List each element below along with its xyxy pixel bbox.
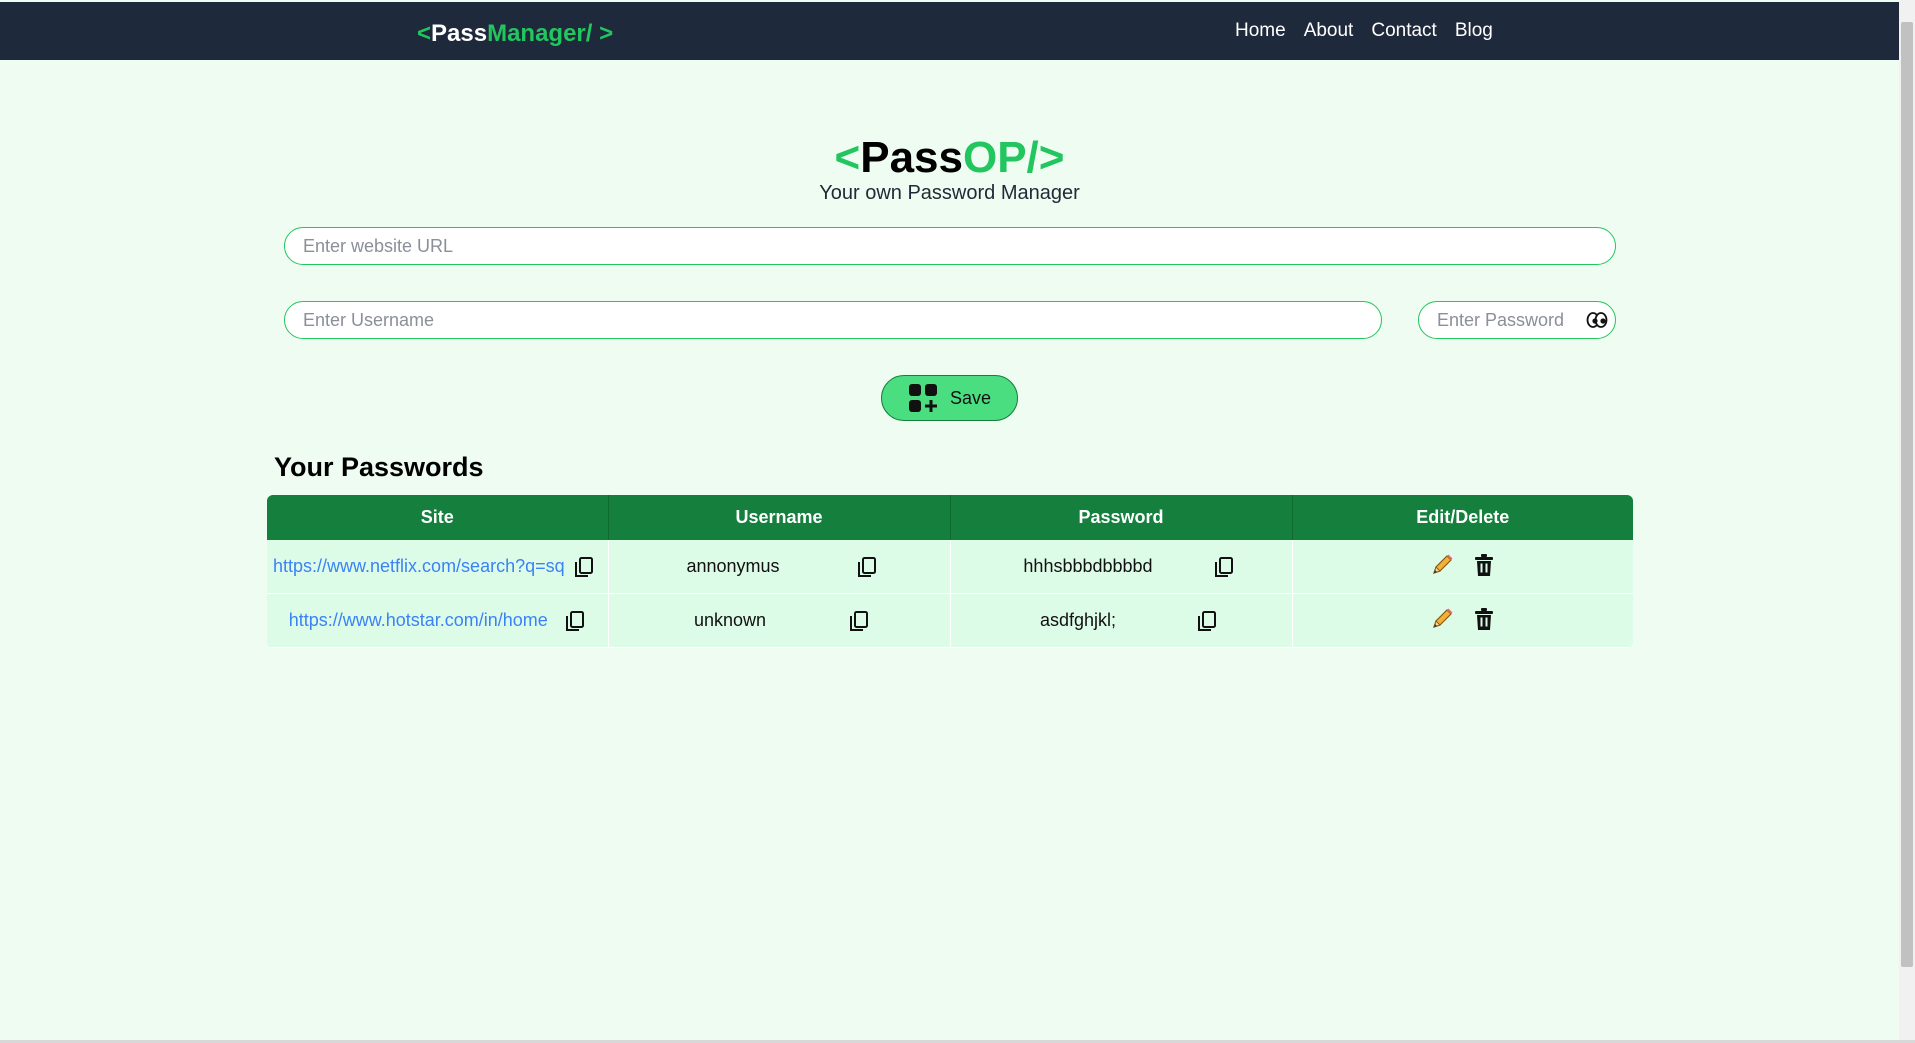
tagline: Your own Password Manager [819,182,1080,204]
copy-icon[interactable] [1196,610,1218,632]
site-cell: https://www.netflix.com/search?q=sq [267,540,609,594]
edit-pencil-icon[interactable] [1429,606,1455,632]
table-row: https://www.netflix.com/search?q=sq anno… [267,540,1633,594]
site-cell: https://www.hotstar.com/in/home [267,593,609,648]
username-value: annonymus [686,556,780,576]
passwords-title: Your Passwords [274,452,484,482]
table-header-row: Site Username Password Edit/Delete [267,495,1633,540]
username-value: unknown [693,610,767,630]
copy-icon[interactable] [1213,556,1235,578]
edit-pencil-icon[interactable] [1429,552,1455,578]
nav-logo[interactable]: <PassManager/ > [417,20,613,48]
copy-icon[interactable] [856,556,878,578]
site-link[interactable]: https://www.netflix.com/search?q=sq [273,556,565,577]
copy-icon[interactable] [573,556,595,578]
actions-cell [1292,540,1633,594]
nav-logo-bracket: < [417,20,432,47]
trash-icon[interactable] [1471,606,1497,632]
nav-link-blog[interactable]: Blog [1455,20,1493,42]
nav-links: Home About Contact Blog [1235,20,1493,42]
vertical-scrollbar[interactable] [1899,0,1915,1043]
password-cell: asdfghjkl; [950,593,1293,648]
brand-pass: Pass [860,133,963,182]
passwords-table: Site Username Password Edit/Delete https… [267,495,1633,648]
scrollbar-thumb[interactable] [1901,22,1913,967]
trash-icon[interactable] [1471,552,1497,578]
save-button-label: Save [949,387,992,408]
column-header-username: Username [608,495,951,540]
username-cell: unknown [608,593,951,648]
brand-rest: OP/> [962,133,1065,182]
nav-logo-pass: Pass [431,20,488,47]
site-link[interactable]: https://www.hotstar.com/in/home [289,610,548,631]
actions-cell [1292,593,1633,648]
password-cell: hhhsbbbdbbbbd [950,540,1293,594]
password-field [1418,301,1616,339]
nav-logo-rest: Manager/ > [487,20,614,47]
copy-icon[interactable] [564,610,586,632]
nav-link-home[interactable]: Home [1235,20,1286,42]
website-url-input[interactable] [284,227,1616,265]
column-header-site: Site [267,495,609,540]
table-row: https://www.hotstar.com/in/home unknown … [267,593,1633,648]
nav-link-about[interactable]: About [1304,20,1354,42]
brand-title: <PassOP/> [0,133,1899,183]
username-input[interactable] [284,301,1382,339]
navbar: <PassManager/ > Home About Contact Blog [0,2,1899,60]
nav-link-contact[interactable]: Contact [1371,20,1436,42]
password-value: asdfghjkl; [1039,610,1117,630]
eye-icon[interactable] [1586,310,1608,330]
copy-icon[interactable] [848,610,870,632]
username-cell: annonymus [608,540,951,594]
column-header-password: Password [950,495,1293,540]
grid-add-icon [908,384,937,412]
save-button[interactable]: Save [881,375,1018,421]
password-value: hhhsbbbdbbbbd [1023,556,1153,576]
brand-bracket: < [834,133,861,182]
column-header-edit-delete: Edit/Delete [1292,495,1633,540]
